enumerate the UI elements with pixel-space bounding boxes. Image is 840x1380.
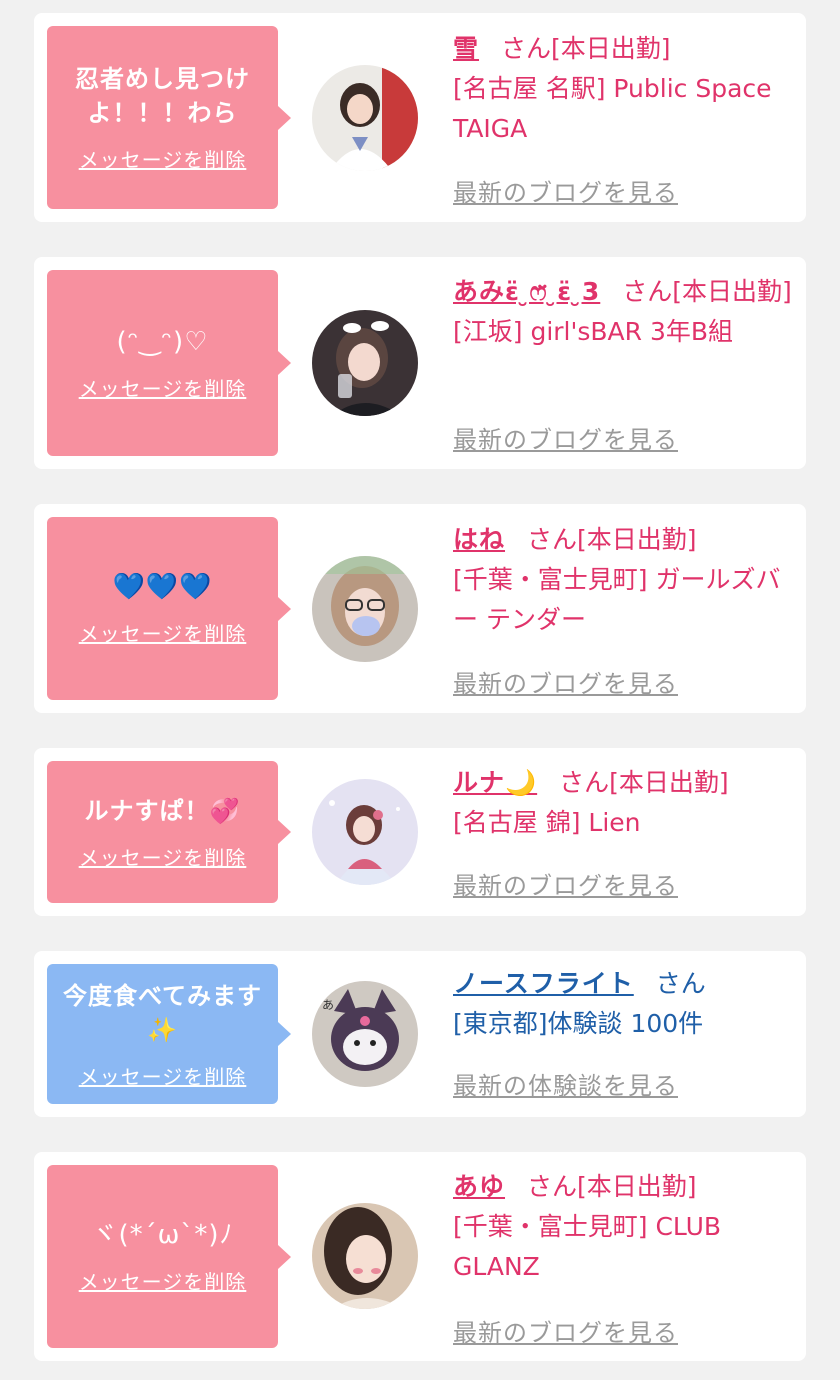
user-name-link[interactable]: はね bbox=[453, 525, 505, 554]
status-text: さん[本日出勤] bbox=[527, 525, 697, 554]
location-text: [東京都]体験談 100件 bbox=[453, 1009, 704, 1038]
message-bubble: 今度食べてみます✨ メッセージを削除 bbox=[47, 964, 278, 1104]
message-card: 今度食べてみます✨ メッセージを削除 あ ノースフライト さん [東京都]体験談 … bbox=[34, 951, 806, 1117]
location-text: [千葉・富士見町] ガールズバー テンダー bbox=[453, 565, 781, 634]
message-card: (ᵔ‿ᵔ)♡ メッセージを削除 あみɛ̈ ̮ෆ̈ ̮ɛ̈ ̮3 さん[本日出勤] … bbox=[34, 257, 806, 469]
avatar[interactable] bbox=[312, 310, 418, 416]
latest-blog-link[interactable]: 最新のブログを見る bbox=[453, 173, 678, 208]
message-list: 忍者めし見つけよ！！！わら メッセージを削除 雪さん[本日出勤] [名古屋 名駅… bbox=[0, 0, 840, 1380]
message-text: 忍者めし見つけよ！！！わら bbox=[75, 65, 250, 127]
message-bubble: (ᵔ‿ᵔ)♡ メッセージを削除 bbox=[47, 270, 278, 456]
location-text: [名古屋 名駅] Public Space TAIGA bbox=[453, 74, 772, 143]
delete-message-link[interactable]: メッセージを削除 bbox=[79, 842, 247, 871]
delete-message-link[interactable]: メッセージを削除 bbox=[79, 1061, 247, 1090]
message-text: (ᵔ‿ᵔ)♡ bbox=[116, 326, 209, 357]
status-text: さん bbox=[655, 969, 706, 998]
message-card: 忍者めし見つけよ！！！わら メッセージを削除 雪さん[本日出勤] [名古屋 名駅… bbox=[34, 13, 806, 222]
user-info: ルナ🌙 さん[本日出勤] [名古屋 錦] Lien bbox=[453, 763, 798, 843]
message-text: 💙💙💙 bbox=[112, 572, 213, 602]
message-bubble: 忍者めし見つけよ！！！わら メッセージを削除 bbox=[47, 26, 278, 209]
avatar[interactable] bbox=[312, 65, 418, 171]
message-card: ヾ(*´ω`*)ﾉ メッセージを削除 あゆ さん[本日出勤] [千葉・富士見町] … bbox=[34, 1152, 806, 1361]
user-name-link[interactable]: 雪 bbox=[453, 34, 479, 63]
status-text: さん[本日出勤] bbox=[527, 1172, 697, 1201]
user-info: あみɛ̈ ̮ෆ̈ ̮ɛ̈ ̮3 さん[本日出勤] [江坂] girl'sBAR 3… bbox=[453, 272, 798, 352]
avatar[interactable] bbox=[312, 779, 418, 885]
location-text: [千葉・富士見町] CLUB GLANZ bbox=[453, 1212, 722, 1281]
latest-blog-link[interactable]: 最新のブログを見る bbox=[453, 420, 678, 455]
latest-blog-link[interactable]: 最新のブログを見る bbox=[453, 1313, 678, 1348]
location-text: [名古屋 錦] Lien bbox=[453, 808, 641, 837]
svg-text:あ: あ bbox=[322, 998, 334, 1012]
avatar[interactable]: あ bbox=[312, 981, 418, 1087]
user-name-link[interactable]: ルナ🌙 bbox=[453, 768, 537, 797]
avatar[interactable] bbox=[312, 1203, 418, 1309]
delete-message-link[interactable]: メッセージを削除 bbox=[79, 618, 247, 647]
message-bubble: ルナすぱ！💞 メッセージを削除 bbox=[47, 761, 278, 903]
message-text: ヾ(*´ω`*)ﾉ bbox=[91, 1220, 234, 1250]
delete-message-link[interactable]: メッセージを削除 bbox=[79, 1266, 247, 1295]
user-name-link[interactable]: ノースフライト bbox=[453, 969, 634, 998]
delete-message-link[interactable]: メッセージを削除 bbox=[79, 144, 247, 173]
message-bubble: ヾ(*´ω`*)ﾉ メッセージを削除 bbox=[47, 1165, 278, 1348]
message-bubble: 💙💙💙 メッセージを削除 bbox=[47, 517, 278, 700]
user-name-link[interactable]: あみɛ̈ ̮ෆ̈ ̮ɛ̈ ̮3 bbox=[453, 277, 600, 306]
latest-blog-link[interactable]: 最新のブログを見る bbox=[453, 866, 678, 901]
status-text: さん[本日出勤] bbox=[622, 277, 792, 306]
latest-review-link[interactable]: 最新の体験談を見る bbox=[453, 1066, 678, 1101]
user-info: ノースフライト さん [東京都]体験談 100件 bbox=[453, 964, 798, 1044]
user-info: はね さん[本日出勤] [千葉・富士見町] ガールズバー テンダー bbox=[453, 520, 798, 640]
user-info: あゆ さん[本日出勤] [千葉・富士見町] CLUB GLANZ bbox=[453, 1167, 798, 1287]
user-name-link[interactable]: あゆ bbox=[453, 1172, 505, 1201]
message-text: 今度食べてみます✨ bbox=[62, 981, 263, 1044]
latest-blog-link[interactable]: 最新のブログを見る bbox=[453, 664, 678, 699]
avatar[interactable] bbox=[312, 556, 418, 662]
message-card: ルナすぱ！💞 メッセージを削除 ルナ🌙 さん[本日出勤] [名古屋 錦] Lien… bbox=[34, 748, 806, 916]
message-text: ルナすぱ！💞 bbox=[84, 796, 241, 825]
location-text: [江坂] girl'sBAR 3年B組 bbox=[453, 317, 734, 346]
status-text: さん[本日出勤] bbox=[501, 34, 671, 63]
message-card: 💙💙💙 メッセージを削除 はね さん[本日出勤] [千葉・富士見町] ガールズバー… bbox=[34, 504, 806, 713]
user-info: 雪さん[本日出勤] [名古屋 名駅] Public Space TAIGA bbox=[453, 29, 798, 149]
delete-message-link[interactable]: メッセージを削除 bbox=[79, 373, 247, 402]
status-text: さん[本日出勤] bbox=[559, 768, 729, 797]
